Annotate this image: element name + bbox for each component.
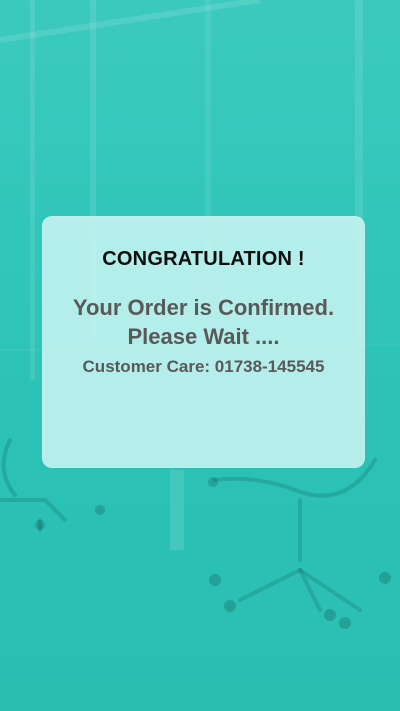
order-confirmed-message: Your Order is Confirmed. [72,295,335,320]
order-confirmation-dialog: CONGRATULATION ! Your Order is Confirmed… [42,216,365,468]
customer-care-text: Customer Care: 01738-145545 [82,357,325,376]
please-wait-message: Please Wait .... [127,324,280,349]
dialog-title: CONGRATULATION ! [102,248,305,270]
